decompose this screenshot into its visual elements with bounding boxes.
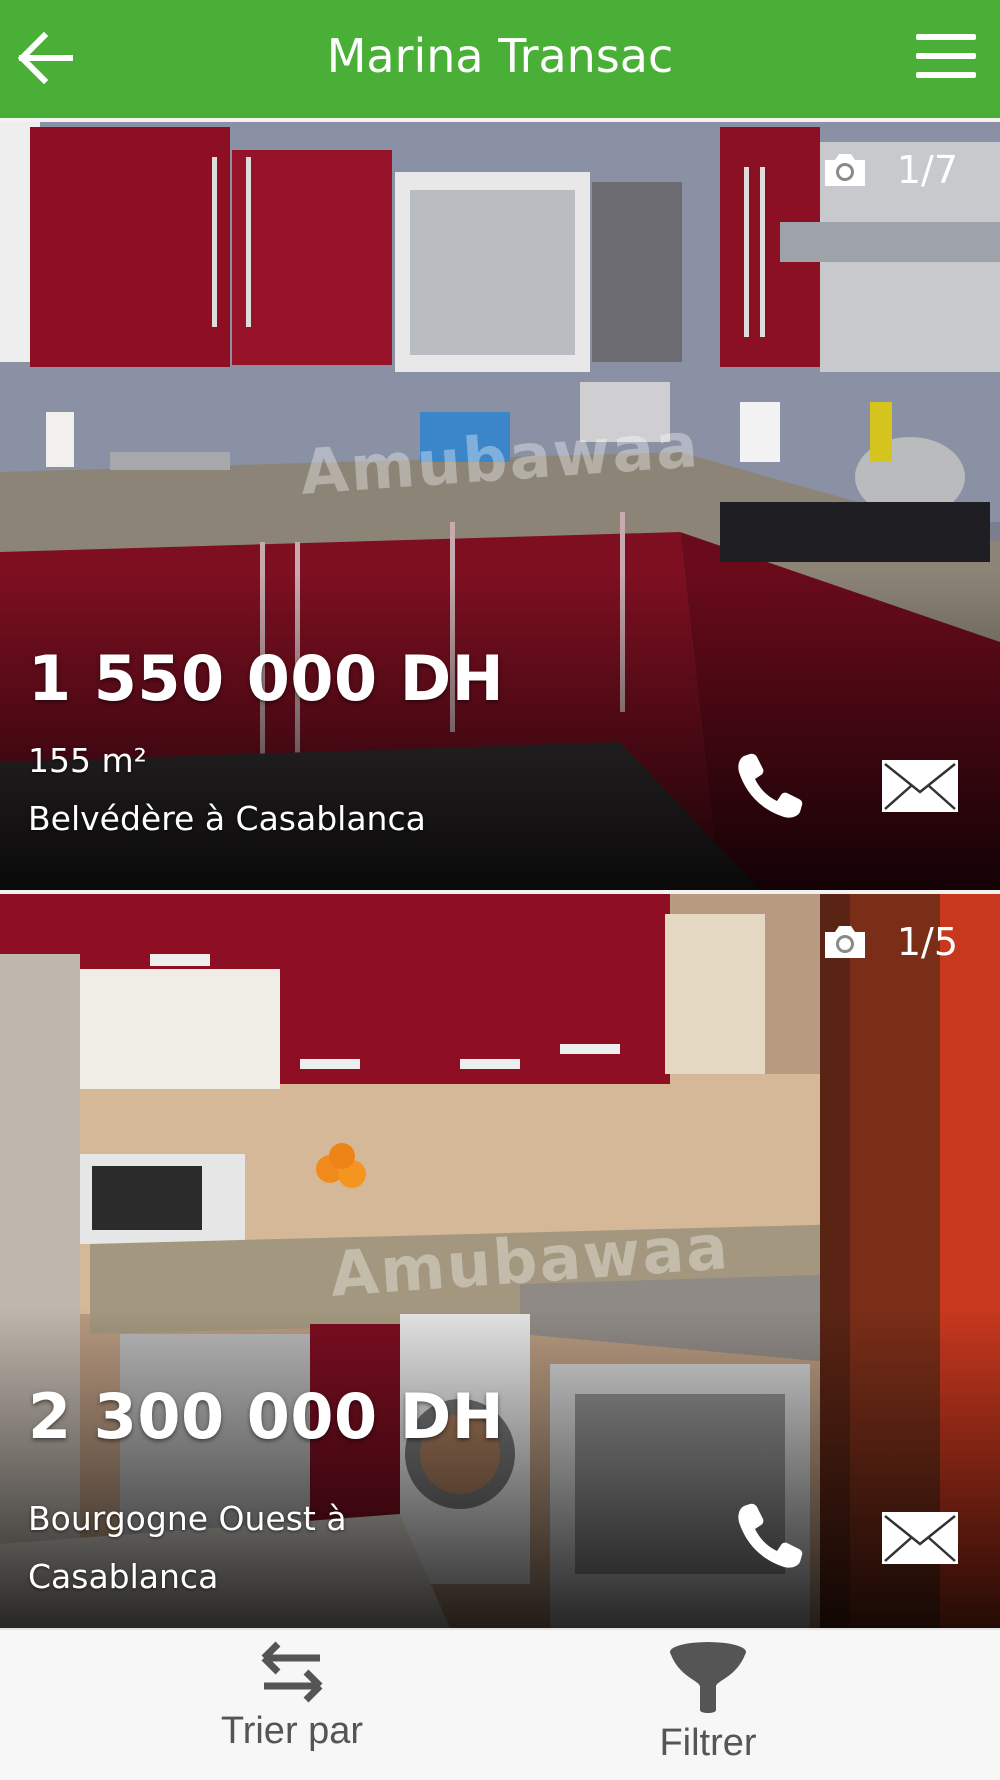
app-title: Marina Transac [326,29,674,83]
mail-icon[interactable] [881,1511,959,1565]
filter-button[interactable]: Filtrer [558,1640,858,1765]
listing-price: 2 300 000 DH [28,1380,505,1453]
photo-counter: 1/5 [821,920,958,964]
listing-card[interactable]: Amubawaa 1/7 1 550 000 DH 155 m² Belvédè… [0,122,1000,890]
listing-location-line1: Bourgogne Ouest à [28,1499,347,1538]
app-bar: Marina Transac [0,0,1000,118]
listing-card[interactable]: Amubawaa 1/5 2 300 000 DH Bourgogne Oues… [0,894,1000,1628]
phone-icon[interactable] [734,1500,806,1572]
bottom-action-bar: Trier par Filtrer [0,1628,1000,1780]
listing-price: 1 550 000 DH [28,642,505,715]
photo-counter-text: 1/5 [896,920,958,964]
mail-icon[interactable] [881,759,959,813]
listing-location-line2: Casablanca [28,1557,219,1596]
phone-icon[interactable] [734,750,806,822]
photo-counter-text: 1/7 [896,148,958,192]
sort-arrows-icon [261,1641,323,1703]
photo-counter: 1/7 [821,148,958,192]
filter-label: Filtrer [659,1722,757,1764]
listing-area: 155 m² [28,741,147,780]
listing-location: Belvédère à Casablanca [28,799,426,838]
sort-label: Trier par [220,1710,364,1752]
hamburger-menu-icon[interactable] [916,34,976,82]
filter-funnel-icon [670,1642,746,1713]
camera-icon [824,926,865,958]
camera-icon [824,154,865,186]
sort-button[interactable]: Trier par [142,1640,442,1753]
